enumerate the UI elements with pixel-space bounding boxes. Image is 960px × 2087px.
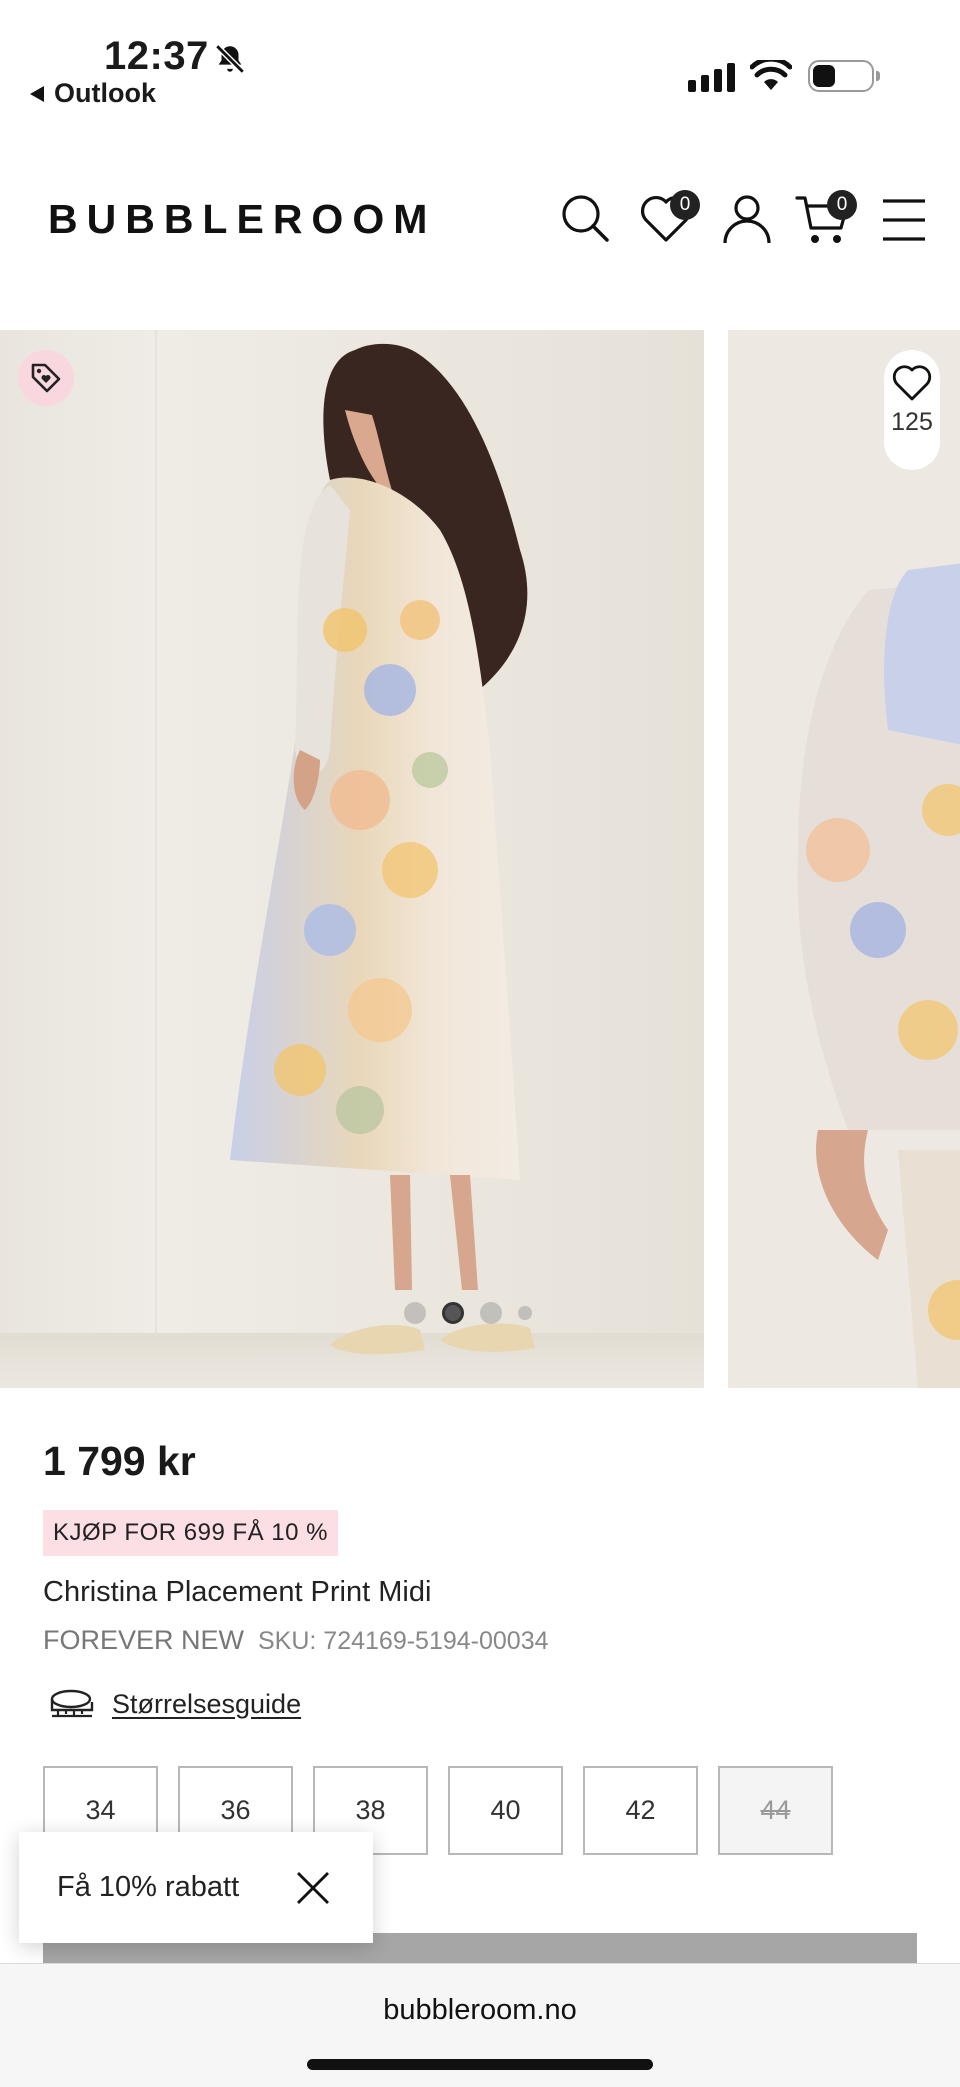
carousel-dot-active[interactable]: [442, 1302, 464, 1324]
hamburger-menu-icon[interactable]: [881, 198, 927, 242]
product-image-front-view[interactable]: [728, 330, 960, 1388]
url-text[interactable]: bubbleroom.no: [0, 1994, 960, 2027]
product-price: 1 799 kr: [43, 1438, 196, 1484]
model-illustration: [230, 343, 535, 1355]
battery-icon: [808, 60, 880, 92]
product-sku: SKU: 724169-5194-00034: [258, 1627, 549, 1655]
price-tag-icon: [31, 363, 61, 393]
status-time: 12:37: [104, 34, 209, 78]
carousel-dot[interactable]: [518, 1306, 532, 1320]
close-icon[interactable]: [295, 1870, 331, 1906]
price-tag-button[interactable]: [18, 350, 74, 406]
search-icon[interactable]: [560, 193, 610, 243]
bell-slash-icon: [215, 44, 245, 74]
size-option-42[interactable]: 42: [583, 1766, 698, 1855]
wishlist-count-badge: 0: [670, 190, 700, 220]
heart-icon: [892, 365, 932, 401]
promo-badge: KJØP FOR 699 FÅ 10 %: [43, 1510, 338, 1556]
browser-address-bar[interactable]: bubbleroom.no: [0, 1963, 960, 2087]
product-image-back-view[interactable]: [0, 330, 704, 1388]
back-arrow-icon: [30, 85, 44, 102]
favorite-count: 125: [891, 408, 933, 436]
back-app-label: Outlook: [54, 78, 156, 108]
product-image-carousel[interactable]: 125: [0, 330, 960, 1388]
account-icon[interactable]: [722, 193, 772, 245]
size-option-44-sold-out[interactable]: 44: [718, 1766, 833, 1855]
favorite-button[interactable]: 125: [884, 350, 940, 470]
discount-popup[interactable]: Få 10% rabatt: [19, 1832, 373, 1943]
size-guide-label: Størrelsesguide: [112, 1688, 302, 1719]
measuring-tape-icon: [50, 1689, 94, 1718]
product-name: Christina Placement Print Midi: [43, 1576, 432, 1608]
carousel-dot[interactable]: [404, 1302, 426, 1324]
carousel-dot[interactable]: [480, 1302, 502, 1324]
home-indicator[interactable]: [307, 2059, 653, 2070]
product-brand[interactable]: FOREVER NEW: [43, 1625, 244, 1656]
size-guide-link[interactable]: Størrelsesguide: [48, 1688, 301, 1720]
back-to-app-link[interactable]: Outlook: [30, 78, 156, 109]
model-closeup-illustration: [797, 563, 960, 1388]
brand-logo[interactable]: BUBBLEROOM: [48, 196, 436, 243]
cart-count-badge: 0: [827, 190, 857, 220]
carousel-pagination: [404, 1302, 532, 1324]
wifi-icon: [750, 60, 792, 90]
cellular-signal-icon: [688, 62, 735, 92]
discount-popup-text[interactable]: Få 10% rabatt: [57, 1871, 239, 1904]
size-option-40[interactable]: 40: [448, 1766, 563, 1855]
